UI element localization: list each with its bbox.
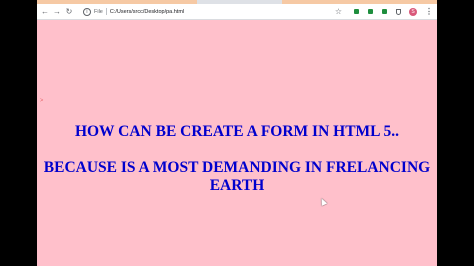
page-heading-1: HOW CAN BE CREATE A FORM IN HTML 5.. [74, 123, 400, 140]
url-text[interactable]: C:/Users/srcc/Desktop/pa.html [110, 9, 184, 15]
page-heading-2: BECAUSE IS A MOST DEMANDING IN FRELANCIN… [43, 159, 431, 194]
address-separator [105, 8, 107, 15]
browser-window: ← → ↻ i File C:/Users/srcc/Desktop/pa.ht… [37, 0, 437, 266]
browser-toolbar: ← → ↻ i File C:/Users/srcc/Desktop/pa.ht… [37, 4, 437, 20]
arrow-left-icon: ← [41, 6, 49, 16]
info-icon[interactable]: i [83, 7, 91, 16]
back-button[interactable]: ← [39, 4, 51, 19]
extension-icon[interactable] [354, 9, 359, 14]
kebab-menu-icon[interactable]: ⋮ [425, 7, 433, 16]
reload-icon: ↻ [65, 6, 73, 16]
reload-button[interactable]: ↻ [63, 4, 75, 19]
address-bar[interactable]: i File C:/Users/srcc/Desktop/pa.html [81, 6, 349, 17]
extension-icon[interactable] [382, 9, 387, 14]
extension-icon[interactable] [368, 9, 373, 14]
page-content: > HOW CAN BE CREATE A FORM IN HTML 5.. B… [37, 20, 437, 266]
forward-button[interactable]: → [51, 4, 63, 19]
scheme-label: File [94, 8, 103, 15]
avatar[interactable]: S [409, 7, 417, 16]
mouse-cursor-icon [318, 197, 328, 206]
star-icon[interactable]: ☆ [335, 7, 342, 16]
arrow-right-icon: → [53, 6, 61, 16]
toolbar-actions: ☆ S ⋮ [335, 4, 433, 19]
shield-icon[interactable] [396, 8, 401, 15]
page-marker: > [40, 98, 44, 104]
